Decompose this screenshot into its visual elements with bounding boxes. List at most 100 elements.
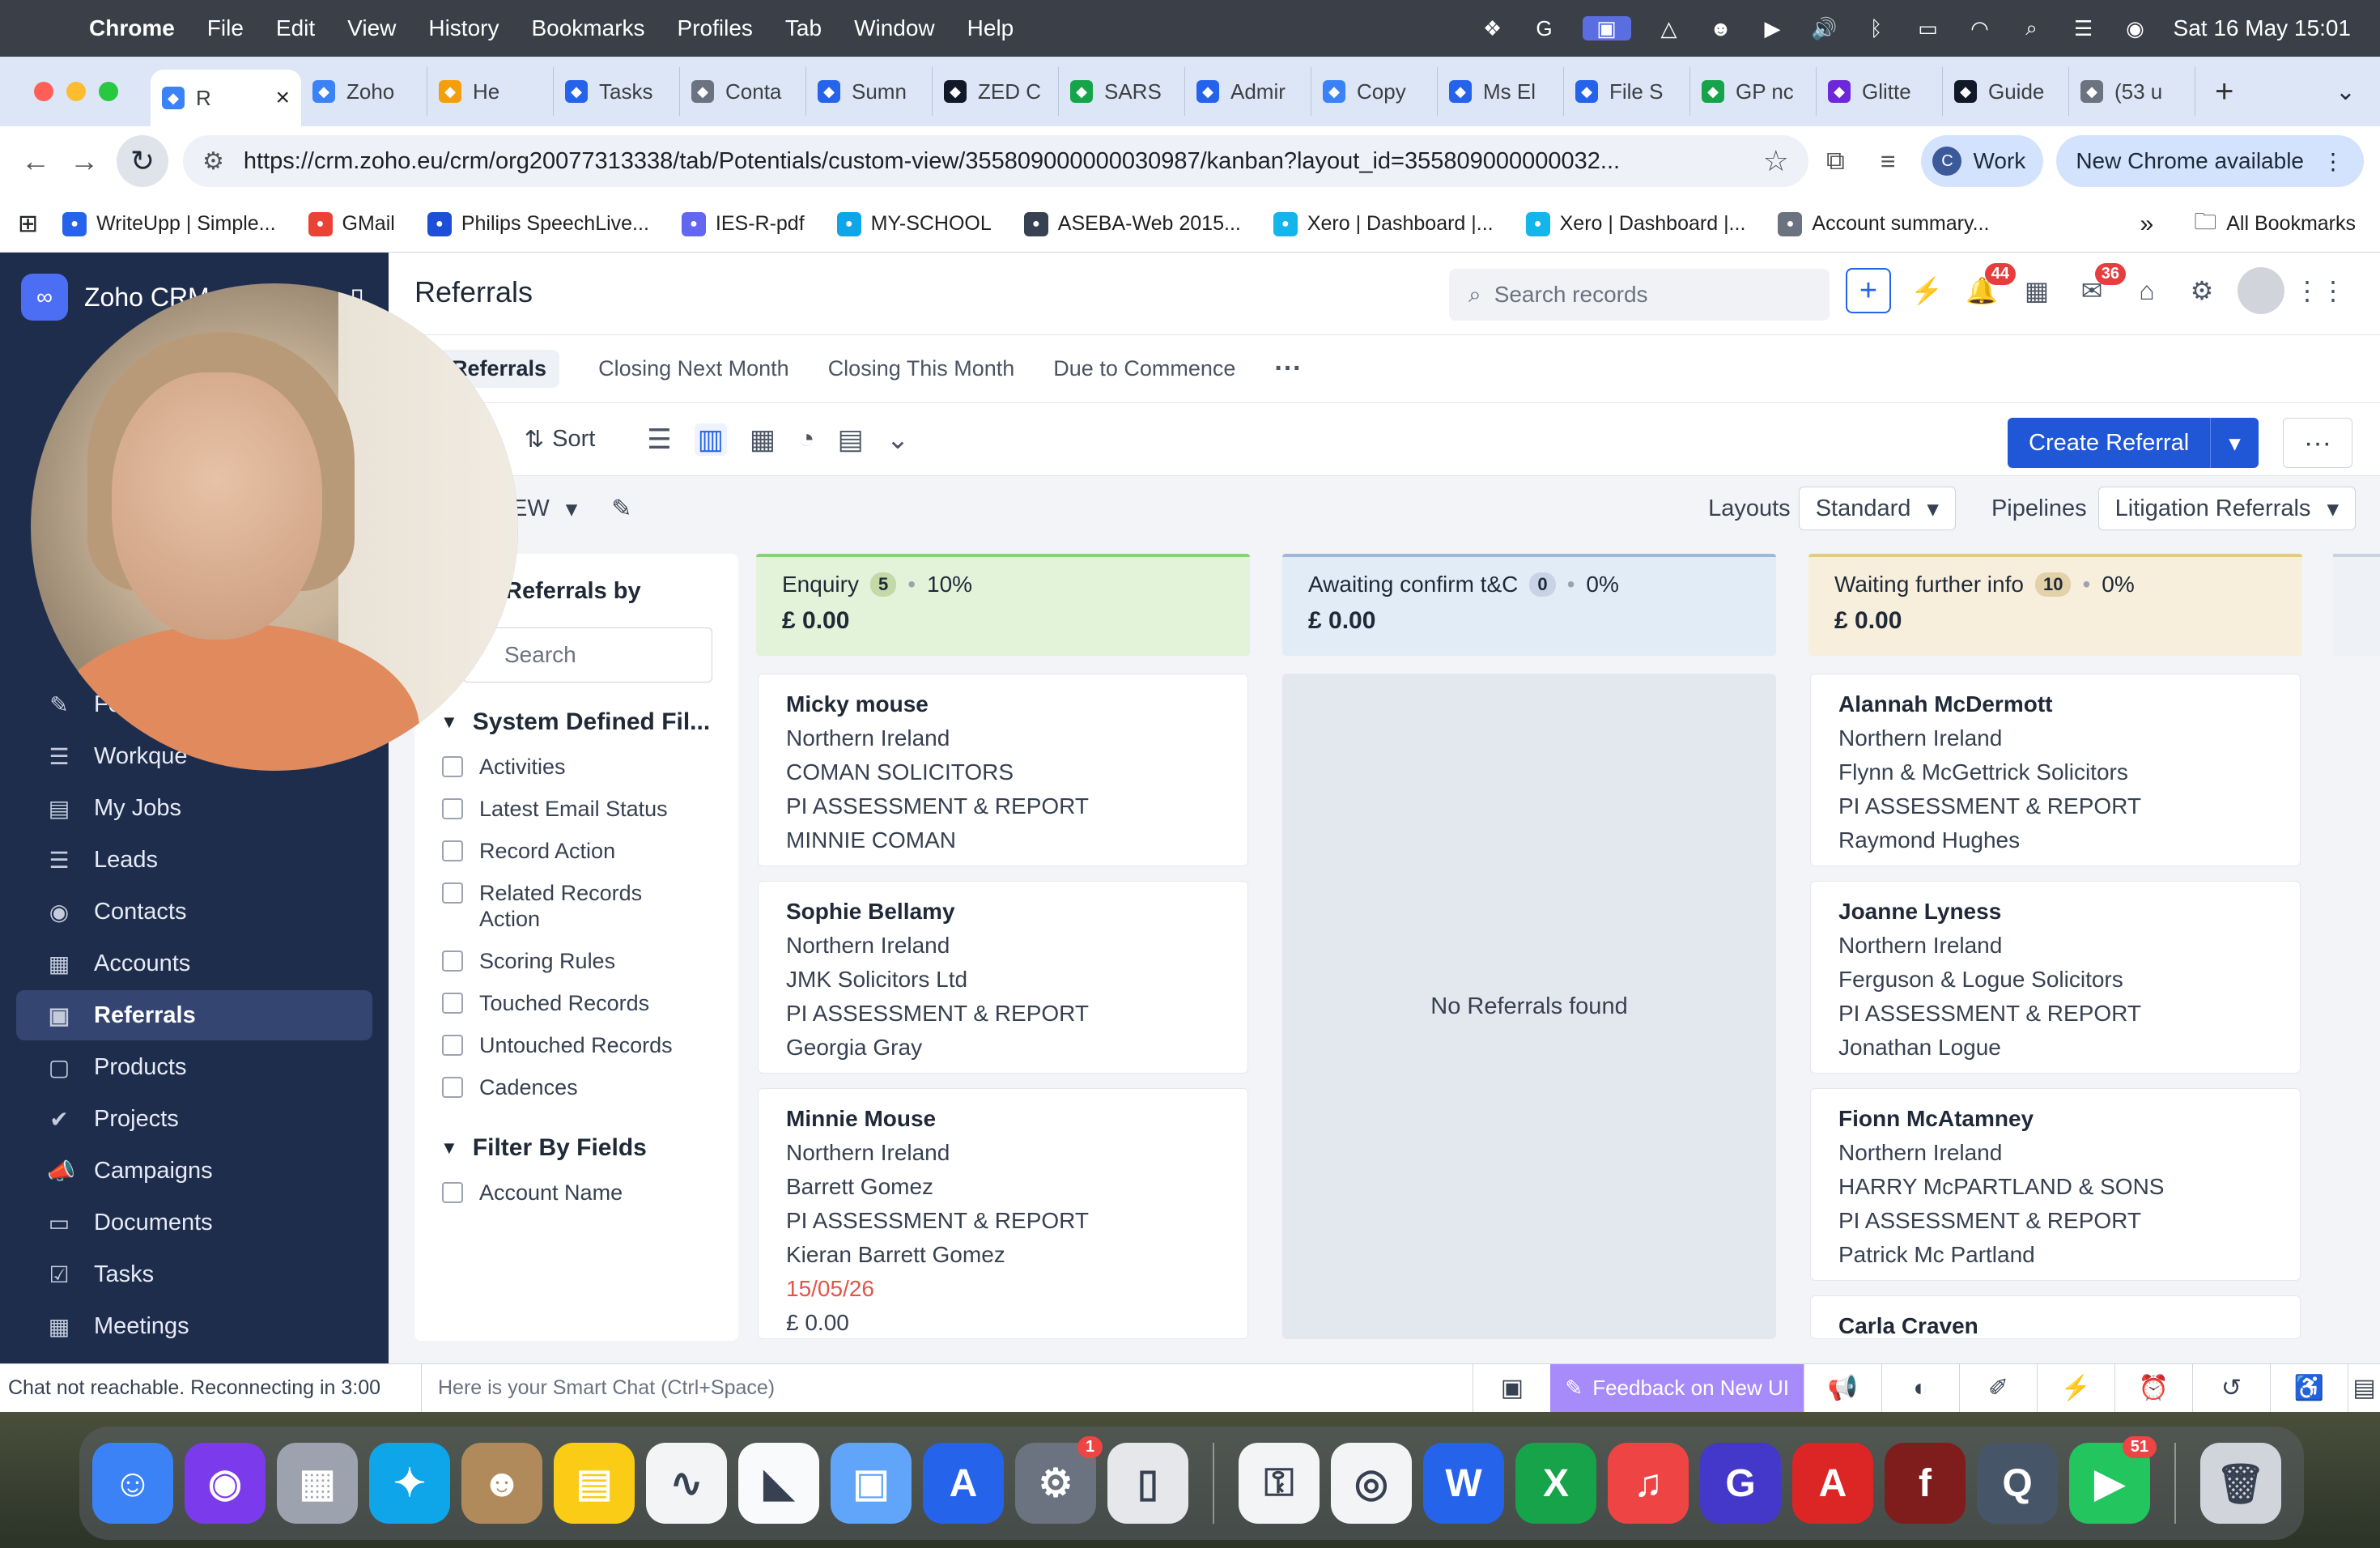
filter-option[interactable]: Untouched Records <box>414 1024 738 1066</box>
filter-checkbox[interactable] <box>442 950 463 972</box>
browser-tab[interactable]: ◆ Ms El <box>1438 67 1564 116</box>
sidebar-item-meetings[interactable]: ▦ Meetings <box>16 1301 372 1351</box>
filter-option[interactable]: Record Action <box>414 830 738 872</box>
menu-file[interactable]: File <box>207 15 244 41</box>
field-filter-option[interactable]: Account Name <box>414 1172 738 1214</box>
zia-assistant-icon[interactable]: ⚡ <box>2037 1363 2114 1413</box>
filter-checkbox[interactable] <box>442 1182 463 1203</box>
card-name[interactable]: Joanne Lyness <box>1838 895 2272 929</box>
dock-app-freeform-icon[interactable]: ∿ <box>646 1443 727 1524</box>
menu-app-name[interactable]: Chrome <box>89 15 175 41</box>
create-dropdown-caret-icon[interactable]: ▾ <box>2210 418 2259 468</box>
bluetooth-icon[interactable]: ᛒ <box>1863 16 1890 40</box>
minimize-window-button[interactable] <box>66 82 86 101</box>
sidebar-item-my-jobs[interactable]: ▤ My Jobs <box>16 783 372 833</box>
layout-select[interactable]: Standard ▾ <box>1798 487 1956 530</box>
sidebar-item-referrals[interactable]: ▣ Referrals <box>16 990 372 1040</box>
sidebar-item-tasks[interactable]: ☑ Tasks <box>16 1249 372 1299</box>
zia-icon[interactable]: ⚡ <box>1907 271 1946 310</box>
url-text[interactable]: https://crm.zoho.eu/crm/org20077313338/t… <box>244 148 1747 175</box>
more-bookmarks-chevron-icon[interactable]: » <box>2140 211 2154 238</box>
bookmark-item[interactable]: ● Xero | Dashboard |... <box>1525 211 1745 236</box>
smart-chat-input[interactable]: Here is your Smart Chat (Ctrl+Space) <box>421 1363 1473 1413</box>
menu-tab[interactable]: Tab <box>785 15 822 41</box>
filter-option[interactable]: Latest Email Status <box>414 788 738 830</box>
view-tab-closing-this-month[interactable]: Closing This Month <box>828 356 1015 381</box>
settings-gear-icon[interactable]: ⚙ <box>2182 271 2221 310</box>
browser-tab[interactable]: ◆ Admir <box>1185 67 1311 116</box>
accessibility-icon[interactable]: ♿ <box>2270 1363 2348 1413</box>
sidebar-item-projects[interactable]: ✔ Projects <box>16 1094 372 1144</box>
browser-tab[interactable]: ◆ GP nc <box>1690 67 1817 116</box>
menu-help[interactable]: Help <box>967 15 1014 41</box>
browser-tab[interactable]: ◆ File S <box>1564 67 1690 116</box>
sidebar-item-accounts[interactable]: ▦ Accounts <box>16 938 372 989</box>
wifi-icon[interactable]: ◠ <box>1966 16 1994 40</box>
signals-icon[interactable]: ▣ <box>1473 1363 1550 1413</box>
control-center-icon[interactable]: ☰ <box>2070 16 2097 40</box>
referral-card[interactable]: Alannah McDermott Northern Ireland Flynn &… <box>1810 674 2301 866</box>
dock-app-system-settings-icon[interactable]: ⚙ 1 <box>1015 1436 1103 1524</box>
volume-icon[interactable]: 🔊 <box>1811 16 1838 40</box>
dock-app-grammarly-icon[interactable]: G <box>1700 1443 1781 1524</box>
browser-tab[interactable]: ◆ (53 u <box>2069 67 2195 116</box>
browser-tab[interactable]: ◆ Zoho <box>301 67 427 116</box>
filter-checkbox[interactable] <box>442 1077 463 1098</box>
new-tab-plus-icon[interactable]: + <box>2215 74 2233 110</box>
browser-tab[interactable]: ◆ Guide <box>1943 67 2069 116</box>
pipeline-select[interactable]: Litigation Referrals ▾ <box>2097 487 2356 530</box>
dock-app-acrobat-icon[interactable]: A <box>1792 1443 1873 1524</box>
sort-button[interactable]: ⇅ Sort <box>525 425 596 453</box>
sidebar-item-products[interactable]: ▢ Products <box>16 1042 372 1092</box>
dock-app-app-store-icon[interactable]: A <box>923 1443 1004 1524</box>
apps-grid-icon[interactable]: ⋮⋮ <box>2294 271 2346 310</box>
card-name[interactable]: Micky mouse <box>786 687 1220 721</box>
dock-app-quicktime-icon[interactable]: Q <box>1977 1443 2058 1524</box>
bookmark-item[interactable]: ● WriteUpp | Simple... <box>62 211 276 236</box>
filter-checkbox[interactable] <box>442 840 463 861</box>
dock-app-music-icon[interactable]: ♫ <box>1608 1443 1689 1524</box>
announcements-icon[interactable]: 📢 <box>1804 1363 1881 1413</box>
bookmark-item[interactable]: ● MY-SCHOOL <box>836 211 992 236</box>
card-name[interactable]: Minnie Mouse <box>786 1102 1220 1136</box>
notes-icon[interactable]: ✐ <box>1959 1363 2037 1413</box>
close-tab-icon[interactable]: × <box>275 84 290 112</box>
menu-view[interactable]: View <box>347 15 396 41</box>
card-name[interactable]: Fionn McAtamney <box>1838 1102 2272 1136</box>
battery-icon[interactable]: ▭ <box>1915 16 1942 40</box>
forward-arrow-icon[interactable]: → <box>60 144 108 178</box>
edit-view-pencil-icon[interactable]: ✎ <box>611 495 631 523</box>
webcam-overlay[interactable] <box>31 283 518 771</box>
dock-app-preview-icon[interactable]: ▣ <box>831 1443 912 1524</box>
history-icon[interactable]: ↺ <box>2192 1363 2270 1413</box>
dock-app-excel-icon[interactable]: X <box>1515 1443 1596 1524</box>
dock-app-chrome-icon[interactable]: ◎ <box>1331 1443 1412 1524</box>
extensions-puzzle-icon[interactable]: ⧉ <box>1826 146 1845 176</box>
drive-icon[interactable]: △ <box>1655 16 1683 40</box>
browser-tab[interactable]: ◆ SARS <box>1059 67 1185 116</box>
profile-button[interactable]: C Work <box>1921 135 2044 187</box>
dock-app-launchpad-icon[interactable]: ▦ <box>277 1443 358 1524</box>
dock-app-flash-icon[interactable]: f <box>1885 1443 1966 1524</box>
menu-edit[interactable]: Edit <box>276 15 315 41</box>
activity-icon[interactable]: ◐ <box>1881 1363 1959 1413</box>
menu-bookmarks[interactable]: Bookmarks <box>531 15 644 41</box>
sidebar-item-documents[interactable]: ▭ Documents <box>16 1197 372 1248</box>
feedback-button[interactable]: ✎ Feedback on New UI <box>1550 1363 1804 1413</box>
kebab-menu-icon[interactable]: ⋮ <box>2322 148 2344 175</box>
filter-checkbox[interactable] <box>442 798 463 819</box>
browser-tab[interactable]: ◆ Sumn <box>806 67 933 116</box>
play-icon[interactable]: ▶ <box>1759 16 1787 40</box>
filter-by-fields-section[interactable]: ▼ Filter By Fields <box>440 1134 738 1162</box>
referral-card[interactable]: Joanne Lyness Northern Ireland Ferguson & … <box>1810 881 2301 1074</box>
filter-checkbox[interactable] <box>442 993 463 1014</box>
browser-tab[interactable]: ◆ Tasks <box>554 67 680 116</box>
browser-tab[interactable]: ◆ Copy <box>1311 67 1438 116</box>
apps-grid-icon[interactable]: ⊞ <box>18 210 38 238</box>
view-tab-due-to-commence[interactable]: Due to Commence <box>1053 356 1235 381</box>
referral-card[interactable]: Carla Craven <box>1810 1295 2301 1339</box>
all-bookmarks-label[interactable]: All Bookmarks <box>2226 212 2356 236</box>
quick-create-plus-icon[interactable]: + <box>1846 268 1891 313</box>
menu-history[interactable]: History <box>428 15 499 41</box>
kanban-view-icon[interactable]: ▥ <box>694 423 727 456</box>
